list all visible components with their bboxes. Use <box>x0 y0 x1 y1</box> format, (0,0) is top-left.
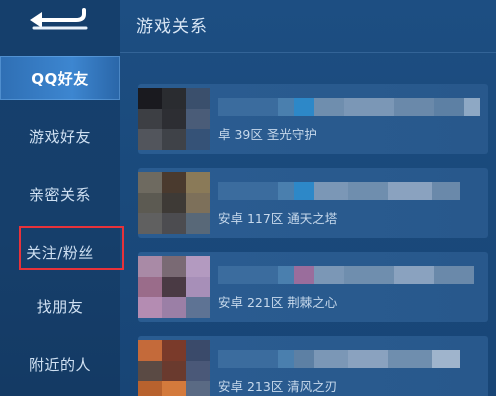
sidebar-item-label: 游戏好友 <box>28 127 91 146</box>
sidebar-item-qq-friends[interactable]: QQ好友 <box>0 56 120 100</box>
friend-card[interactable]: 安卓 221区 荆棘之心 <box>138 252 488 322</box>
back-arrow-icon <box>30 8 88 30</box>
sidebar-item-find-friends[interactable]: 找朋友 <box>0 284 120 328</box>
sidebar-item-nearby-people[interactable]: 附近的人 <box>0 342 120 386</box>
blurred-player-name <box>218 266 480 284</box>
friend-card[interactable]: 安卓 213区 清风之刃 <box>138 336 488 396</box>
sidebar: QQ好友 游戏好友 亲密关系 关注/粉丝 找朋友 附近的人 <box>0 0 124 396</box>
blurred-player-name <box>218 182 480 200</box>
player-region: 安卓 117区 通天之塔 <box>218 211 338 226</box>
sidebar-item-label: 附近的人 <box>28 355 91 374</box>
sidebar-item-intimate-relations[interactable]: 亲密关系 <box>0 172 120 216</box>
sidebar-item-label: 找朋友 <box>36 297 84 316</box>
header-divider <box>120 52 496 53</box>
friend-card[interactable]: 安卓 117区 通天之塔 <box>138 168 488 238</box>
player-region: 安卓 221区 荆棘之心 <box>218 295 338 310</box>
sidebar-item-label: QQ好友 <box>31 69 89 88</box>
blurred-player-name <box>218 350 480 368</box>
player-region: 卓 39区 圣光守护 <box>218 127 317 142</box>
avatar <box>138 88 210 150</box>
player-region: 安卓 213区 清风之刃 <box>218 379 338 394</box>
sidebar-item-game-friends[interactable]: 游戏好友 <box>0 114 120 158</box>
back-button[interactable] <box>20 6 96 38</box>
avatar <box>138 172 210 234</box>
game-relations-screen: QQ好友 游戏好友 亲密关系 关注/粉丝 找朋友 附近的人 游戏关系 卓 39区… <box>0 0 496 396</box>
page-title: 游戏关系 <box>136 17 208 37</box>
sidebar-item-label: 亲密关系 <box>28 185 91 204</box>
avatar <box>138 340 210 396</box>
friend-card[interactable]: 卓 39区 圣光守护 <box>138 84 488 154</box>
sidebar-item-follow-fans[interactable]: 关注/粉丝 <box>0 226 124 274</box>
avatar <box>138 256 210 318</box>
blurred-player-name <box>218 98 480 116</box>
sidebar-item-label: 关注/粉丝 <box>26 243 94 262</box>
